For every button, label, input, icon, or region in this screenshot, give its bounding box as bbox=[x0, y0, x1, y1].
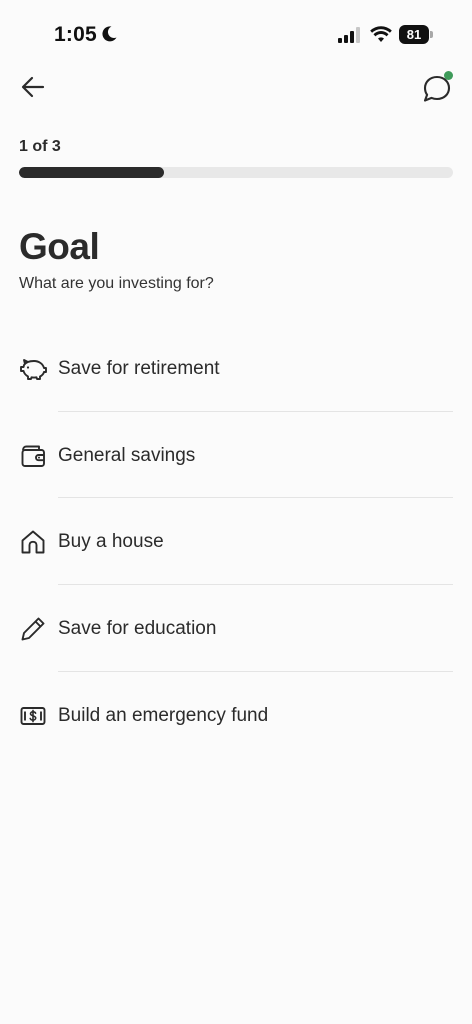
back-button[interactable] bbox=[14, 70, 52, 104]
pencil-icon bbox=[21, 617, 45, 641]
option-label: Build an emergency fund bbox=[58, 704, 269, 726]
arrow-left-icon bbox=[21, 76, 45, 98]
chat-button[interactable] bbox=[418, 68, 458, 106]
battery-cap bbox=[430, 31, 433, 38]
wifi-icon bbox=[370, 26, 392, 42]
option-label: Save for retirement bbox=[58, 358, 220, 379]
option-save-for-retirement[interactable]: Save for retirement bbox=[0, 325, 472, 412]
option-label: Buy a house bbox=[58, 531, 164, 553]
moon-icon bbox=[102, 26, 117, 42]
status-time: 1:05 bbox=[54, 23, 97, 46]
notification-dot bbox=[444, 71, 453, 80]
option-label: General savings bbox=[58, 444, 196, 466]
option-save-for-education[interactable]: Save for education bbox=[0, 585, 472, 672]
page-title: Goal bbox=[19, 226, 100, 267]
battery-indicator: 81 bbox=[399, 25, 433, 44]
piggy-bank-icon bbox=[20, 359, 47, 380]
goal-options-list: Save for retirement General savings Buy … bbox=[0, 325, 472, 758]
page-subtitle: What are you investing for? bbox=[19, 275, 214, 292]
wallet-icon bbox=[21, 445, 45, 467]
battery-level: 81 bbox=[399, 25, 429, 44]
step-indicator: 1 of 3 bbox=[19, 138, 61, 155]
house-icon bbox=[21, 530, 45, 554]
option-buy-a-house[interactable]: Buy a house bbox=[0, 498, 472, 586]
status-bar: 1:05 81 bbox=[0, 0, 472, 66]
option-general-savings[interactable]: General savings bbox=[0, 412, 472, 499]
cash-icon bbox=[20, 706, 46, 725]
progress-bar bbox=[19, 167, 453, 178]
home-indicator bbox=[160, 1008, 312, 1013]
option-label: Save for education bbox=[58, 618, 217, 640]
progress-bar-fill bbox=[19, 167, 164, 178]
option-build-emergency-fund[interactable]: Build an emergency fund bbox=[0, 672, 472, 759]
cellular-signal-icon bbox=[338, 27, 360, 43]
